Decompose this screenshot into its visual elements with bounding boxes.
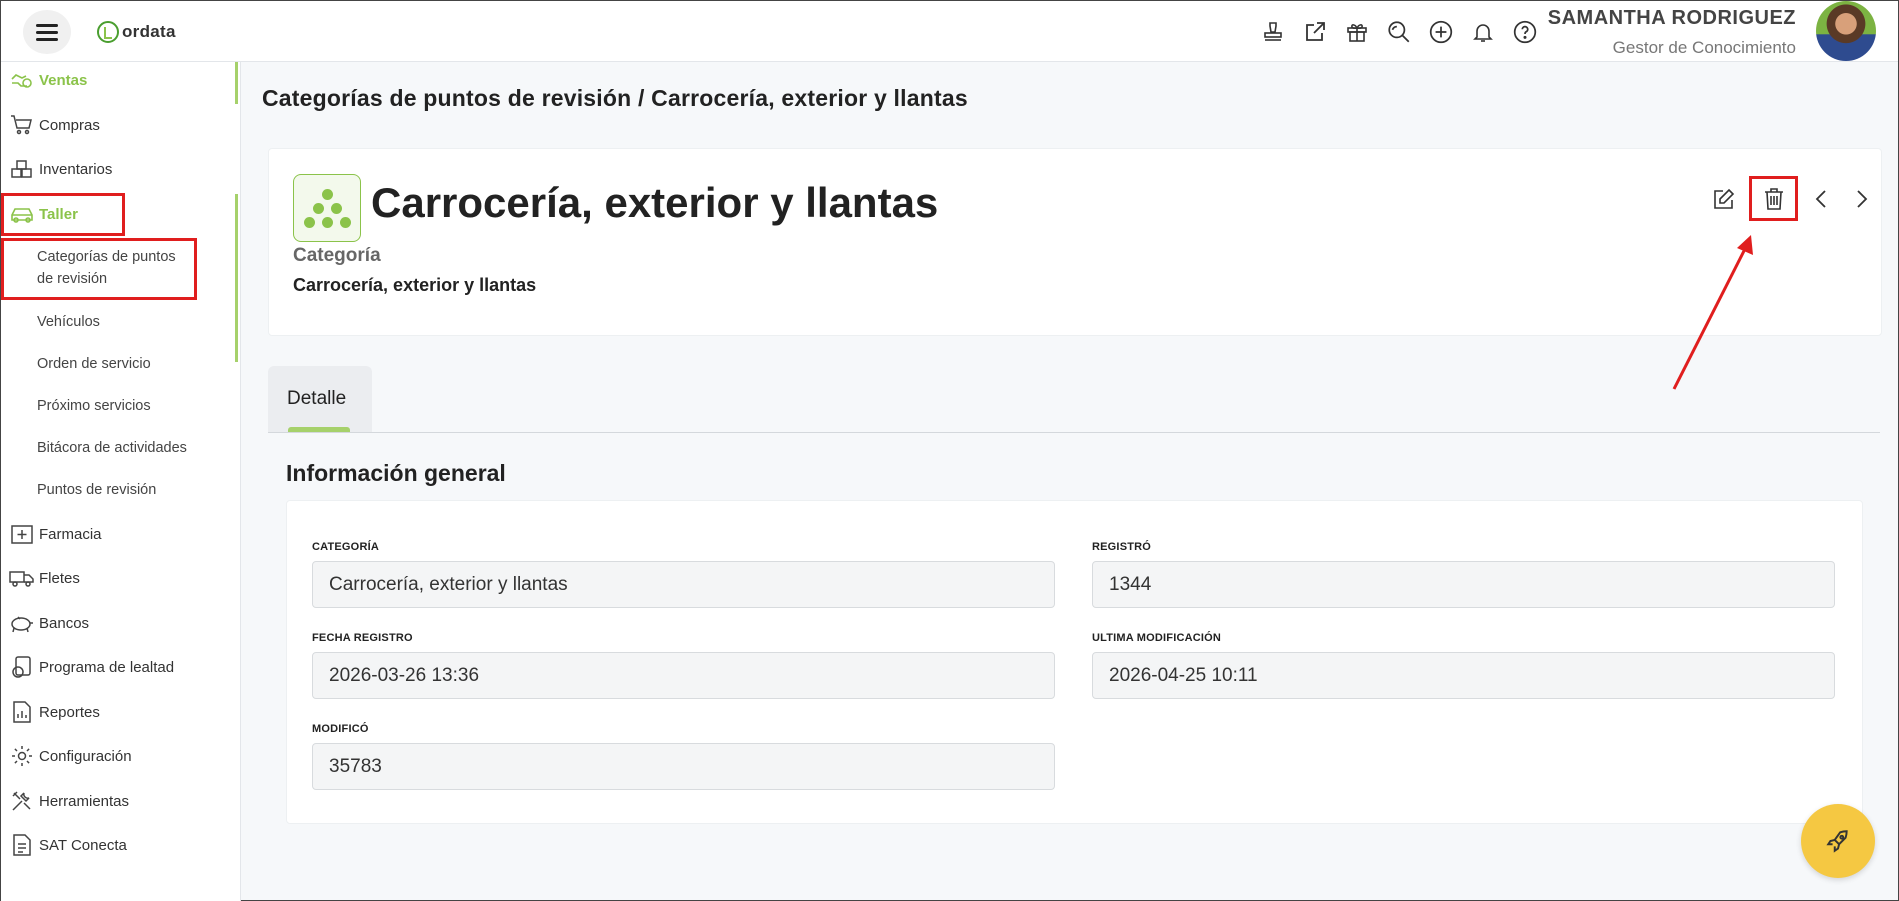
- sidebar-subitem-vehiculos[interactable]: Vehículos: [37, 311, 100, 333]
- sidebar-subitem-orden-servicio[interactable]: Orden de servicio: [37, 353, 151, 375]
- rocket-fab-button[interactable]: [1801, 804, 1875, 878]
- sidebar-item-sat-conecta[interactable]: SAT Conecta: [9, 832, 127, 858]
- sidebar-item-herramientas[interactable]: Herramientas: [9, 788, 129, 814]
- sidebar-item-farmacia[interactable]: Farmacia: [9, 521, 102, 547]
- breadcrumb-separator: /: [637, 85, 645, 111]
- help-icon[interactable]: [1507, 17, 1543, 47]
- sidebar-subitem-bitacora[interactable]: Bitácora de actividades: [37, 437, 187, 459]
- chevron-left-icon[interactable]: [1807, 184, 1837, 214]
- field-label-ultima-modificacion: ULTIMA MODIFICACIÓN: [1092, 632, 1222, 644]
- sidebar-item-label: Bancos: [39, 614, 90, 632]
- sidebar-item-inventarios[interactable]: Inventarios: [9, 156, 112, 182]
- field-label-modifico: MODIFICÓ: [312, 723, 369, 735]
- field-modifico[interactable]: 35783: [312, 743, 1055, 790]
- highlight-box-taller: [1, 193, 125, 236]
- menu-button[interactable]: [23, 10, 71, 54]
- rocket-icon: [1826, 830, 1848, 853]
- sidebar-subitem-proximo-servicios[interactable]: Próximo servicios: [37, 395, 151, 417]
- bell-icon[interactable]: [1465, 17, 1501, 47]
- external-link-icon[interactable]: [1297, 17, 1333, 47]
- sidebar-item-reportes[interactable]: Reportes: [9, 699, 100, 725]
- field-label-categoria: CATEGORÍA: [312, 541, 379, 553]
- search-zoom-icon[interactable]: [1381, 17, 1417, 47]
- hamburger-icon: [36, 20, 58, 45]
- sidebar-item-label: Ventas: [39, 71, 88, 89]
- sidebar-subitem-puntos-revision[interactable]: Puntos de revisión: [37, 479, 156, 501]
- sidebar-item-label: Compras: [39, 116, 100, 134]
- sidebar: Ventas Compras Inventarios Taller Catego…: [1, 62, 241, 901]
- sidebar-item-label: Farmacia: [39, 525, 102, 543]
- sidebar-item-compras[interactable]: Compras: [9, 112, 100, 138]
- breadcrumb-parent[interactable]: Categorías de puntos de revisión: [262, 85, 631, 111]
- active-indicator: [235, 62, 238, 104]
- record-header-card: Carrocería, exterior y llantas Categoría…: [268, 148, 1882, 336]
- active-indicator: [235, 194, 238, 362]
- highlight-box-categorias: [1, 238, 197, 300]
- field-label-registro: REGISTRÓ: [1092, 541, 1152, 553]
- record-title: Carrocería, exterior y llantas: [371, 179, 939, 226]
- sidebar-item-label: Fletes: [39, 569, 80, 587]
- loyalty-icon: [9, 654, 35, 680]
- tools-icon: [9, 788, 35, 814]
- user-name[interactable]: SAMANTHA RODRIGUEZ: [1548, 7, 1796, 30]
- breadcrumb: Categorías de puntos de revisión / Carro…: [262, 85, 968, 112]
- top-bar: ordata SAMANTHA RODRIGUEZ Gestor de Cono…: [1, 1, 1898, 62]
- truck-icon: [9, 565, 35, 591]
- user-role: Gestor de Conocimiento: [1612, 38, 1796, 57]
- tab-detalle[interactable]: Detalle: [268, 366, 372, 432]
- field-ultima-modificacion[interactable]: 2026-04-25 10:11: [1092, 652, 1835, 699]
- app-logo[interactable]: ordata: [97, 21, 176, 43]
- sidebar-item-label: Programa de lealtad: [39, 658, 175, 676]
- field-fecha-registro[interactable]: 2026-03-26 13:36: [312, 652, 1055, 699]
- sidebar-item-bancos[interactable]: Bancos: [9, 610, 89, 636]
- logo-text: ordata: [122, 22, 176, 41]
- highlight-box-delete: [1749, 176, 1798, 221]
- cart-icon: [9, 112, 35, 138]
- edit-icon[interactable]: [1709, 184, 1739, 214]
- field-label-fecha-registro: FECHA REGISTRO: [312, 632, 413, 644]
- sidebar-item-fletes[interactable]: Fletes: [9, 565, 80, 591]
- sidebar-item-label: SAT Conecta: [39, 836, 127, 854]
- record-label: Categoría: [293, 245, 381, 266]
- pharmacy-icon: [9, 521, 35, 547]
- category-dots-icon: [293, 174, 361, 242]
- header-icons: [1255, 17, 1549, 47]
- sidebar-item-label: Reportes: [39, 703, 100, 721]
- sidebar-item-ventas[interactable]: Ventas: [9, 67, 87, 93]
- sidebar-item-programa-lealtad[interactable]: Programa de lealtad: [9, 654, 174, 680]
- logo-mark-icon: [97, 21, 119, 43]
- gift-icon[interactable]: [1339, 17, 1375, 47]
- money-icon: [9, 67, 35, 93]
- tab-label: Detalle: [287, 388, 347, 409]
- field-registro[interactable]: 1344: [1092, 561, 1835, 608]
- annotation-arrow: [1672, 235, 1753, 390]
- piggy-bank-icon: [9, 610, 35, 636]
- report-icon: [9, 699, 35, 725]
- gear-icon: [9, 743, 35, 769]
- record-value: Carrocería, exterior y llantas: [293, 275, 537, 295]
- breadcrumb-current: Carrocería, exterior y llantas: [651, 85, 968, 111]
- field-categoria[interactable]: Carrocería, exterior y llantas: [312, 561, 1055, 608]
- sidebar-item-configuracion[interactable]: Configuración: [9, 743, 132, 769]
- avatar[interactable]: [1816, 1, 1876, 61]
- sidebar-item-label: Inventarios: [39, 160, 113, 178]
- tab-divider: [268, 432, 1880, 433]
- chevron-right-icon[interactable]: [1846, 184, 1876, 214]
- sidebar-item-label: Herramientas: [39, 792, 130, 810]
- boxes-icon: [9, 156, 35, 182]
- general-info-card: CATEGORÍA Carrocería, exterior y llantas…: [286, 500, 1863, 824]
- document-icon: [9, 832, 35, 858]
- sidebar-item-label: Configuración: [39, 747, 132, 765]
- section-title: Información general: [286, 460, 506, 486]
- stamp-icon[interactable]: [1255, 17, 1291, 47]
- plus-circle-icon[interactable]: [1423, 17, 1459, 47]
